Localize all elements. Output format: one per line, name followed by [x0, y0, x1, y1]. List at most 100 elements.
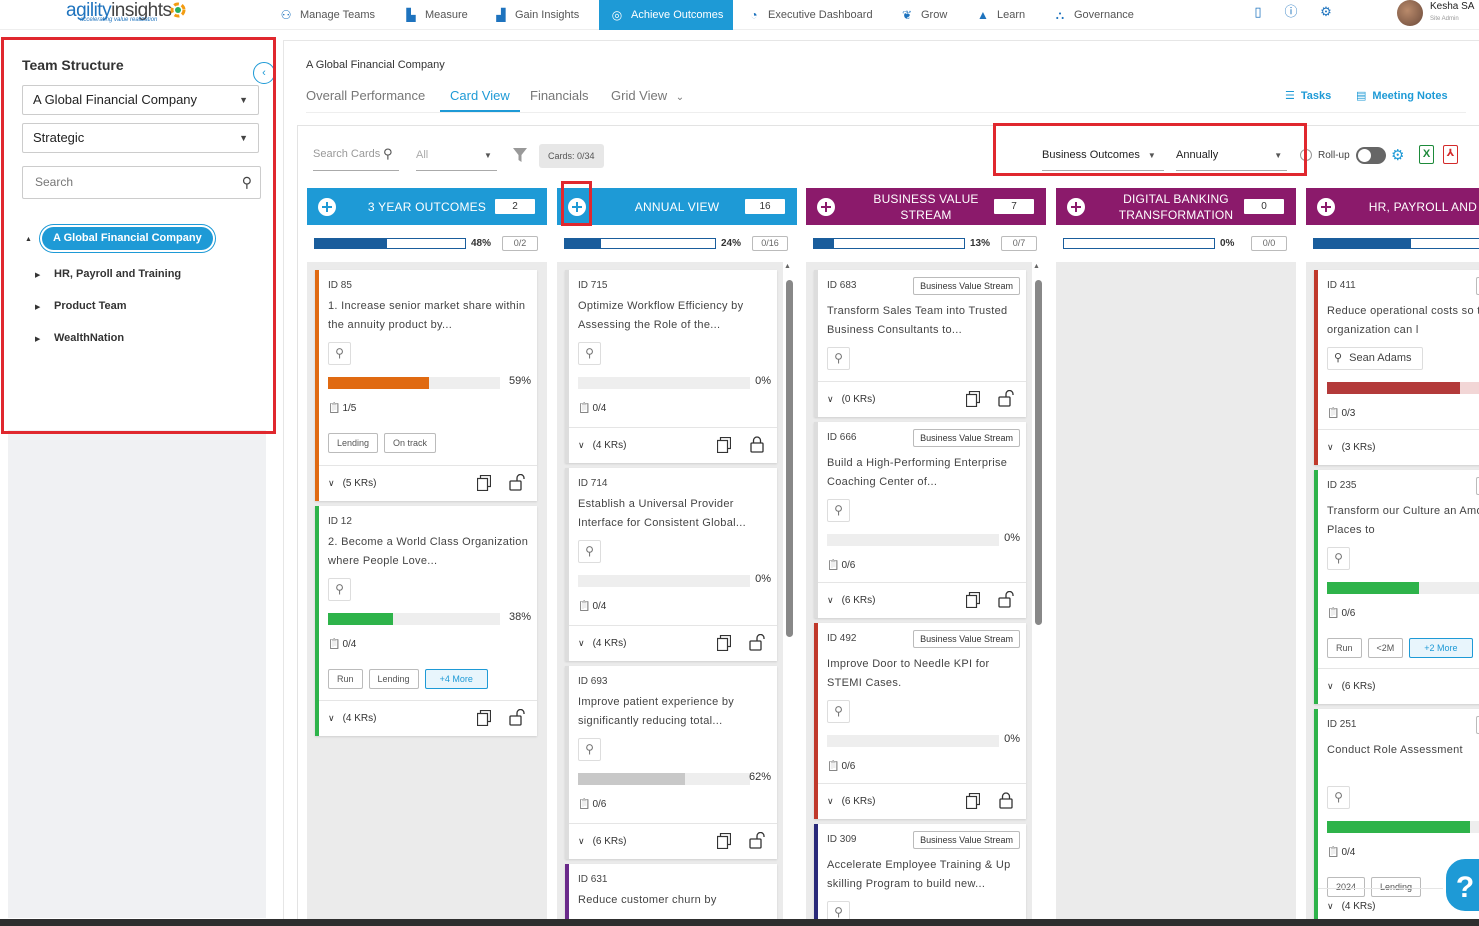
copy-card-icon[interactable]: [716, 634, 732, 652]
card-title[interactable]: Reduce customer churn by: [578, 891, 769, 910]
collapse-panel-button[interactable]: ‹: [253, 62, 275, 84]
column-scrollbar[interactable]: [1035, 280, 1042, 625]
key-results-toggle[interactable]: ∨ (0 KRs): [827, 394, 876, 405]
copy-card-icon[interactable]: [716, 832, 732, 850]
export-pdf-icon[interactable]: ⅄: [1443, 145, 1458, 164]
lock-open-icon[interactable]: [509, 708, 525, 726]
assignee-chip[interactable]: ⚲ Sean Adams: [1327, 347, 1423, 370]
card-title[interactable]: Improve patient experience by significan…: [578, 693, 769, 731]
nav-manage-teams[interactable]: ⚇ Manage Teams: [278, 0, 375, 30]
add-card-plus-icon[interactable]: [1317, 198, 1335, 216]
user-avatar[interactable]: [1397, 0, 1423, 26]
help-icon[interactable]: ⓘ: [1283, 4, 1299, 20]
view-select[interactable]: Business Outcomes ▼: [1042, 149, 1156, 161]
type-select[interactable]: Strategic ▼: [22, 123, 259, 153]
copy-card-icon[interactable]: [476, 709, 492, 727]
period-select[interactable]: Annually ▼: [1176, 149, 1282, 161]
add-card-plus-icon[interactable]: [568, 198, 586, 216]
lock-open-icon[interactable]: [749, 831, 765, 849]
card-title[interactable]: 2. Become a World Class Organization whe…: [328, 533, 529, 571]
outcome-card[interactable]: ID 235HR, Payroll anTransform our Cultur…: [1314, 470, 1479, 704]
outcome-card[interactable]: ID 492 Business Value Stream Improve Door …: [814, 623, 1026, 819]
person-icon[interactable]: ⚲: [578, 342, 601, 365]
key-results-toggle[interactable]: ∨ (4 KRs): [328, 713, 377, 724]
copy-card-icon[interactable]: [965, 792, 981, 810]
tree-expand-icon[interactable]: ▶: [35, 271, 40, 279]
card-tasks-count[interactable]: 📋 0/4: [578, 403, 606, 414]
search-icon[interactable]: ⚲: [383, 146, 393, 162]
card-title[interactable]: Transform Sales Team into Trusted Busine…: [827, 302, 1018, 340]
meeting-notes-button[interactable]: ▤ Meeting Notes: [1356, 89, 1448, 102]
card-tasks-count[interactable]: 📋 0/3: [1327, 408, 1355, 419]
card-tag[interactable]: Run: [1327, 638, 1362, 658]
outcome-card[interactable]: ID 715 Optimize Workflow Efficiency by As…: [565, 270, 777, 463]
user-name[interactable]: Kesha SA: [1430, 1, 1474, 12]
card-tag[interactable]: Run: [328, 669, 363, 689]
nav-gain-insights[interactable]: ▟ Gain Insights: [493, 0, 579, 30]
outcome-card[interactable]: ID 693 Improve patient experience by sign…: [565, 666, 777, 859]
tab-overall-performance[interactable]: Overall Performance: [306, 88, 425, 103]
outcome-card[interactable]: ID 683 Business Value Stream Transform Sal…: [814, 270, 1026, 417]
key-results-toggle[interactable]: ∨ (3 KRs): [1327, 442, 1376, 453]
card-title[interactable]: Build a High-Performing Enterprise Coach…: [827, 454, 1018, 492]
nav-executive-dashboard[interactable]: ◔ Executive Dashboard: [746, 0, 872, 30]
card-title[interactable]: Reduce operational costs so that organiz…: [1327, 302, 1479, 340]
add-card-plus-icon[interactable]: [817, 198, 835, 216]
tree-node-product-team[interactable]: Product Team: [54, 300, 127, 312]
add-card-plus-icon[interactable]: [318, 198, 336, 216]
person-icon[interactable]: ⚲: [1327, 786, 1350, 809]
settings-icon[interactable]: ⚙: [1318, 4, 1334, 20]
tasks-button[interactable]: ☰ Tasks: [1285, 89, 1331, 102]
card-tasks-count[interactable]: 📋 0/6: [578, 799, 606, 810]
document-icon[interactable]: ▯: [1250, 4, 1266, 20]
copy-card-icon[interactable]: [965, 390, 981, 408]
card-tag[interactable]: On track: [384, 433, 437, 453]
card-tasks-count[interactable]: 📋 1/5: [328, 403, 356, 414]
key-results-toggle[interactable]: ∨ (6 KRs): [578, 836, 627, 847]
lock-closed-icon[interactable]: [998, 792, 1014, 809]
card-title[interactable]: Improve Door to Needle KPI for STEMI Cas…: [827, 655, 1018, 693]
tab-financials[interactable]: Financials: [530, 88, 589, 103]
tree-node-hr[interactable]: HR, Payroll and Training: [54, 268, 181, 280]
tree-expand-icon[interactable]: ▶: [35, 335, 40, 343]
card-tasks-count[interactable]: 📋 0/4: [578, 601, 606, 612]
more-tags-button[interactable]: +2 More: [1409, 638, 1473, 658]
key-results-toggle[interactable]: ∨ (4 KRs): [1327, 901, 1376, 912]
lock-open-icon[interactable]: [509, 473, 525, 491]
nav-learn[interactable]: ▲ Learn: [975, 0, 1025, 30]
tree-root-node[interactable]: A Global Financial Company: [42, 227, 213, 250]
search-cards-input[interactable]: Search Cards ⚲: [313, 146, 398, 162]
card-tasks-count[interactable]: 📋 0/6: [827, 560, 855, 571]
card-tag[interactable]: <2M: [1367, 638, 1404, 658]
rollup-toggle[interactable]: [1356, 147, 1386, 164]
column-scrollbar[interactable]: [786, 280, 793, 637]
tree-expand-icon[interactable]: ▶: [35, 303, 40, 311]
copy-card-icon[interactable]: [476, 474, 492, 492]
nav-grow[interactable]: ❦ Grow: [899, 0, 947, 30]
key-results-toggle[interactable]: ∨ (6 KRs): [827, 595, 876, 606]
person-icon[interactable]: ⚲: [1327, 547, 1350, 570]
person-icon[interactable]: ⚲: [827, 700, 850, 723]
lock-open-icon[interactable]: [998, 389, 1014, 407]
card-tag[interactable]: Lending: [368, 669, 419, 689]
tree-expand-icon[interactable]: ▲: [25, 236, 32, 243]
team-search-input[interactable]: Search ⚲: [22, 166, 261, 199]
person-icon[interactable]: ⚲: [578, 738, 601, 761]
outcome-card[interactable]: ID 85 1. Increase senior market share wit…: [315, 270, 537, 501]
add-card-plus-icon[interactable]: [1067, 198, 1085, 216]
outcome-card[interactable]: ID 714 Establish a Universal Provider Int…: [565, 468, 777, 661]
key-results-toggle[interactable]: ∨ (6 KRs): [1327, 681, 1376, 692]
card-tag[interactable]: Lending: [328, 433, 379, 453]
person-icon[interactable]: ⚲: [328, 342, 351, 365]
board-settings-icon[interactable]: ⚙: [1391, 146, 1404, 164]
person-icon[interactable]: ⚲: [827, 347, 850, 370]
card-title[interactable]: Transform our Culture an Among the Best …: [1327, 502, 1479, 540]
person-icon[interactable]: ⚲: [328, 578, 351, 601]
card-tasks-count[interactable]: 📋 0/4: [1327, 847, 1355, 858]
nav-measure[interactable]: ▙ Measure: [403, 0, 467, 30]
tree-node-wealthnation[interactable]: WealthNation: [54, 332, 124, 344]
person-icon[interactable]: ⚲: [578, 540, 601, 563]
more-tags-button[interactable]: +4 More: [424, 669, 488, 689]
copy-card-icon[interactable]: [965, 591, 981, 609]
tab-grid-view[interactable]: Grid View ⌄: [611, 88, 684, 103]
